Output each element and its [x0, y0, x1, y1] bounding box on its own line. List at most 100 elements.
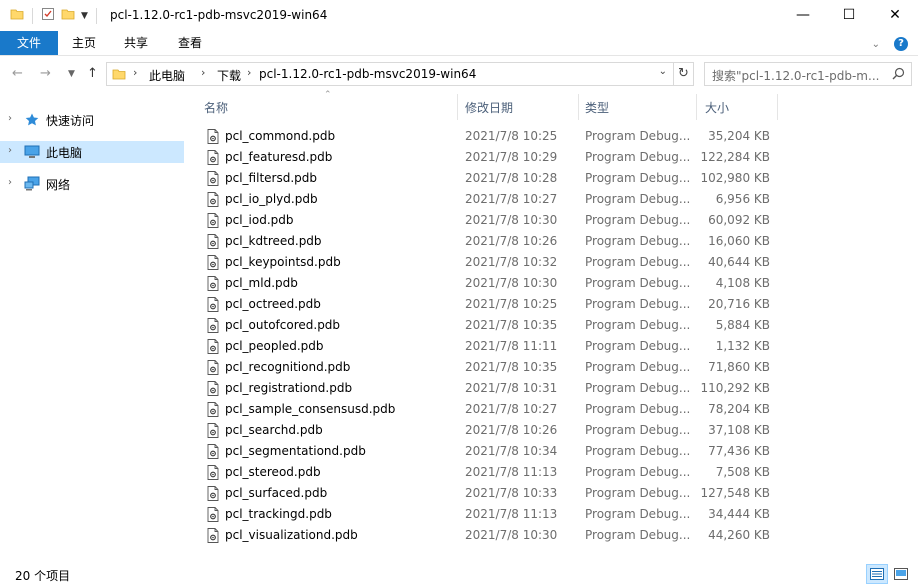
forward-arrow-icon[interactable]: → [40, 66, 51, 81]
file-name: pcl_iod.pdb [225, 213, 294, 227]
table-row[interactable]: pcl_octreed.pdb 2021/7/8 10:25 Program Deb… [198, 294, 778, 315]
table-row[interactable]: pcl_stereod.pdb 2021/7/8 11:13 Program Deb… [198, 462, 778, 483]
column-divider[interactable] [578, 94, 579, 120]
table-row[interactable]: pcl_peopled.pdb 2021/7/8 11:11 Program Deb… [198, 336, 778, 357]
file-name: pcl_visualizationd.pdb [225, 528, 358, 542]
table-row[interactable]: pcl_trackingd.pdb 2021/7/8 11:13 Program D… [198, 504, 778, 525]
file-modified-date: 2021/7/8 11:11 [465, 339, 558, 353]
minimize-button[interactable]: — [780, 0, 826, 30]
table-row[interactable]: pcl_io_plyd.pdb 2021/7/8 10:27 Program Deb… [198, 189, 778, 210]
navigation-bar: ← → ▼ ↑ › 此电脑 › 下载 › pcl-1.12.0-rc1-pdb-… [0, 58, 918, 90]
breadcrumb-separator-icon[interactable]: › [201, 66, 205, 79]
table-row[interactable]: pcl_iod.pdb 2021/7/8 10:30 Program Debug..… [198, 210, 778, 231]
table-row[interactable]: pcl_filtersd.pdb 2021/7/8 10:28 Program De… [198, 168, 778, 189]
file-size: 34,444 KB [708, 507, 770, 521]
file-name: pcl_recognitiond.pdb [225, 360, 351, 374]
expand-ribbon-icon[interactable]: ⌄ [872, 39, 880, 50]
table-row[interactable]: pcl_surfaced.pdb 2021/7/8 10:33 Program De… [198, 483, 778, 504]
column-divider[interactable] [457, 94, 458, 120]
file-modified-date: 2021/7/8 10:30 [465, 528, 558, 542]
star-icon [24, 112, 40, 131]
column-divider[interactable] [777, 94, 778, 120]
nav-item-quick-access[interactable]: › 快速访问 [0, 109, 184, 131]
column-header-size[interactable]: 大小 [705, 99, 729, 116]
details-view-button[interactable] [866, 564, 888, 584]
pdb-file-icon [206, 465, 220, 483]
table-row[interactable]: pcl_recognitiond.pdb 2021/7/8 10:35 Progra… [198, 357, 778, 378]
file-size: 5,884 KB [715, 318, 770, 332]
search-box[interactable]: 搜索"pcl-1.12.0-rc1-pdb-m... [704, 62, 912, 86]
address-bar[interactable]: › 此电脑 › 下载 › pcl-1.12.0-rc1-pdb-msvc2019… [106, 62, 694, 86]
file-modified-date: 2021/7/8 10:25 [465, 297, 558, 311]
back-arrow-icon[interactable]: ← [12, 66, 23, 81]
search-input[interactable]: 搜索"pcl-1.12.0-rc1-pdb-m... [712, 67, 884, 84]
table-row[interactable]: pcl_searchd.pdb 2021/7/8 10:26 Program Deb… [198, 420, 778, 441]
expand-chevron-icon[interactable]: › [8, 145, 12, 156]
close-button[interactable]: ✕ [872, 0, 918, 30]
tab-share[interactable]: 共享 [122, 31, 150, 55]
breadcrumb-downloads[interactable]: 下载 [217, 67, 241, 84]
recent-locations-chevron-icon[interactable]: ▼ [68, 69, 75, 79]
file-modified-date: 2021/7/8 11:13 [465, 465, 558, 479]
tab-home[interactable]: 主页 [70, 31, 98, 55]
address-dropdown-icon[interactable]: ⌄ [659, 66, 667, 77]
up-arrow-icon[interactable]: ↑ [87, 66, 98, 81]
folder-icon [10, 7, 24, 24]
file-name: pcl_searchd.pdb [225, 423, 323, 437]
tab-file[interactable]: 文件 [0, 31, 58, 55]
column-divider[interactable] [696, 94, 697, 120]
file-size: 78,204 KB [708, 402, 770, 416]
file-size: 102,980 KB [700, 171, 770, 185]
file-name: pcl_outofcored.pdb [225, 318, 341, 332]
file-type: Program Debug... [585, 444, 691, 458]
table-row[interactable]: pcl_visualizationd.pdb 2021/7/8 10:30 Prog… [198, 525, 778, 546]
table-row[interactable]: pcl_keypointsd.pdb 2021/7/8 10:32 Program … [198, 252, 778, 273]
table-row[interactable]: pcl_outofcored.pdb 2021/7/8 10:35 Program … [198, 315, 778, 336]
expand-chevron-icon[interactable]: › [8, 113, 12, 124]
file-name: pcl_filtersd.pdb [225, 171, 317, 185]
file-type: Program Debug... [585, 339, 691, 353]
table-row[interactable]: pcl_registrationd.pdb 2021/7/8 10:31 Progr… [198, 378, 778, 399]
pdb-file-icon [206, 213, 220, 231]
properties-icon[interactable] [41, 7, 55, 24]
breadcrumb-separator-icon[interactable]: › [133, 66, 137, 79]
table-row[interactable]: pcl_sample_consensusd.pdb 2021/7/8 10:27 P… [198, 399, 778, 420]
file-size: 71,860 KB [708, 360, 770, 374]
file-modified-date: 2021/7/8 10:35 [465, 318, 558, 332]
file-type: Program Debug... [585, 297, 691, 311]
new-folder-icon[interactable] [61, 7, 75, 24]
large-icons-view-button[interactable] [890, 564, 912, 584]
file-type: Program Debug... [585, 402, 691, 416]
maximize-button[interactable]: ☐ [826, 0, 872, 30]
table-row[interactable]: pcl_commond.pdb 2021/7/8 10:25 Program Deb… [198, 126, 778, 147]
table-row[interactable]: pcl_kdtreed.pdb 2021/7/8 10:26 Program Deb… [198, 231, 778, 252]
tab-view[interactable]: 查看 [176, 31, 204, 55]
column-header-name[interactable]: 名称 [204, 99, 228, 116]
refresh-icon[interactable]: ↻ [673, 63, 693, 85]
file-type: Program Debug... [585, 234, 691, 248]
help-icon[interactable]: ? [894, 37, 908, 51]
column-header-date[interactable]: 修改日期 [465, 99, 513, 116]
breadcrumb-this-pc[interactable]: 此电脑 [149, 67, 185, 84]
file-modified-date: 2021/7/8 10:33 [465, 486, 558, 500]
pdb-file-icon [206, 255, 220, 273]
table-row[interactable]: pcl_featuresd.pdb 2021/7/8 10:29 Program D… [198, 147, 778, 168]
file-name: pcl_commond.pdb [225, 129, 336, 143]
details-view-icon [870, 568, 884, 580]
nav-item-this-pc[interactable]: › 此电脑 [0, 141, 184, 163]
customize-toolbar-icon[interactable]: ▼ [81, 11, 88, 21]
file-name: pcl_segmentationd.pdb [225, 444, 366, 458]
table-row[interactable]: pcl_mld.pdb 2021/7/8 10:30 Program Debug..… [198, 273, 778, 294]
nav-item-network[interactable]: › 网络 [0, 173, 184, 195]
pdb-file-icon [206, 192, 220, 210]
file-size: 127,548 KB [700, 486, 770, 500]
breadcrumb-separator-icon[interactable]: › [247, 66, 251, 79]
file-modified-date: 2021/7/8 10:27 [465, 192, 558, 206]
pdb-file-icon [206, 507, 220, 525]
file-modified-date: 2021/7/8 10:26 [465, 423, 558, 437]
table-row[interactable]: pcl_segmentationd.pdb 2021/7/8 10:34 Progr… [198, 441, 778, 462]
column-header-type[interactable]: 类型 [585, 99, 609, 116]
expand-chevron-icon[interactable]: › [8, 177, 12, 188]
pdb-file-icon [206, 444, 220, 462]
breadcrumb-current-folder[interactable]: pcl-1.12.0-rc1-pdb-msvc2019-win64 [259, 67, 476, 81]
